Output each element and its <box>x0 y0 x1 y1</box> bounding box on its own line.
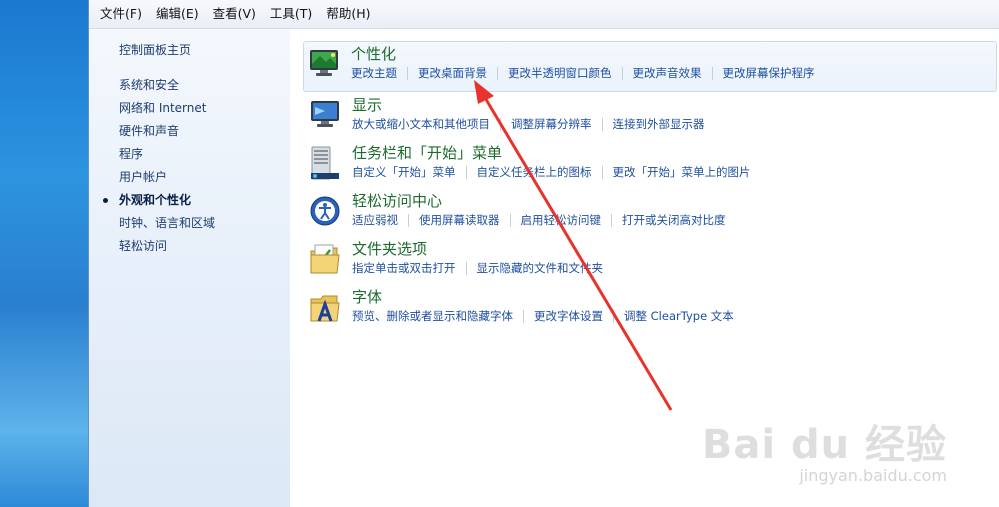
link-font-settings[interactable]: 更改字体设置 <box>534 308 603 324</box>
separator <box>621 66 623 80</box>
fonts-icon <box>310 295 340 322</box>
link-sticky-keys[interactable]: 启用轻松访问键 <box>521 212 602 228</box>
link-customize-taskbar-icons[interactable]: 自定义任务栏上的图标 <box>477 164 592 180</box>
link-change-desktop-background[interactable]: 更改桌面背景 <box>418 65 487 81</box>
link-change-window-color[interactable]: 更改半透明窗口颜色 <box>508 65 612 81</box>
menu-tools[interactable]: 工具(T) <box>263 0 319 28</box>
category-ease-of-access: 轻松访问中心 适应弱视 使用屏幕读取器 启用轻松访问键 打开或关闭高对比度 <box>305 189 999 237</box>
category-title[interactable]: 个性化 <box>351 43 396 64</box>
sidebar-list: 系统和安全 网络和 Internet 硬件和声音 程序 用户帐户 外观和个性化 … <box>102 74 215 258</box>
category-personalization: 个性化 更改主题 更改桌面背景 更改半透明窗口颜色 更改声音效果 更改屏幕保护程… <box>303 41 997 92</box>
link-change-start-picture[interactable]: 更改「开始」菜单上的图片 <box>613 164 751 180</box>
category-title[interactable]: 字体 <box>352 286 382 307</box>
link-high-contrast[interactable]: 打开或关闭高对比度 <box>622 212 726 228</box>
link-change-sound-effects[interactable]: 更改声音效果 <box>633 65 702 81</box>
taskbar-icon <box>311 146 339 180</box>
category-links: 更改主题 更改桌面背景 更改半透明窗口颜色 更改声音效果 更改屏幕保护程序 <box>351 65 815 81</box>
separator <box>465 165 467 179</box>
link-cleartype[interactable]: 调整 ClearType 文本 <box>624 308 734 324</box>
separator <box>611 213 612 227</box>
category-folder-options: 文件夹选项 指定单击或双击打开 显示隐藏的文件和文件夹 <box>305 237 999 285</box>
menu-view[interactable]: 查看(V) <box>206 0 263 28</box>
sidebar-item-hardware-sound[interactable]: 硬件和声音 <box>119 120 215 143</box>
category-fonts: 字体 预览、删除或者显示和隐藏字体 更改字体设置 调整 ClearType 文本 <box>305 285 999 333</box>
category-links: 指定单击或双击打开 显示隐藏的文件和文件夹 <box>352 260 603 276</box>
link-zoom-text[interactable]: 放大或缩小文本和其他项目 <box>352 116 490 132</box>
category-title[interactable]: 任务栏和「开始」菜单 <box>352 142 502 163</box>
sidebar-item-system-security[interactable]: 系统和安全 <box>119 74 215 97</box>
separator <box>613 309 614 323</box>
separator <box>711 66 713 80</box>
sidebar: 控制面板主页 系统和安全 网络和 Internet 硬件和声音 程序 用户帐户 … <box>89 29 290 507</box>
category-links: 自定义「开始」菜单 自定义任务栏上的图标 更改「开始」菜单上的图片 <box>352 164 751 180</box>
sidebar-item-user-accounts[interactable]: 用户帐户 <box>119 166 215 189</box>
separator <box>601 117 603 131</box>
menu-edit[interactable]: 编辑(E) <box>149 0 206 28</box>
category-links: 放大或缩小文本和其他项目 调整屏幕分辨率 连接到外部显示器 <box>352 116 705 132</box>
sidebar-item-network[interactable]: 网络和 Internet <box>119 97 215 120</box>
link-external-display[interactable]: 连接到外部显示器 <box>613 116 705 132</box>
link-preview-fonts[interactable]: 预览、删除或者显示和隐藏字体 <box>352 308 513 324</box>
category-title[interactable]: 文件夹选项 <box>352 238 427 259</box>
folder-options-icon <box>310 244 340 274</box>
separator <box>408 213 409 227</box>
control-panel-window: 文件(F) 编辑(E) 查看(V) 工具(T) 帮助(H) 控制面板主页 系统和… <box>88 0 999 507</box>
separator <box>509 213 511 227</box>
category-links: 预览、删除或者显示和隐藏字体 更改字体设置 调整 ClearType 文本 <box>352 308 734 324</box>
link-customize-start-menu[interactable]: 自定义「开始」菜单 <box>352 164 456 180</box>
sidebar-home-link[interactable]: 控制面板主页 <box>119 41 191 58</box>
ease-of-access-icon <box>310 196 340 226</box>
separator <box>523 309 524 323</box>
menu-file[interactable]: 文件(F) <box>93 0 149 28</box>
menu-bar: 文件(F) 编辑(E) 查看(V) 工具(T) 帮助(H) <box>89 0 999 29</box>
link-screen-reader[interactable]: 使用屏幕读取器 <box>419 212 500 228</box>
category-title[interactable]: 显示 <box>352 94 382 115</box>
menu-help[interactable]: 帮助(H) <box>319 0 377 28</box>
link-change-theme[interactable]: 更改主题 <box>351 65 397 81</box>
sidebar-item-clock-language[interactable]: 时钟、语言和区域 <box>119 212 215 235</box>
sidebar-item-appearance[interactable]: 外观和个性化 <box>102 189 215 212</box>
link-screen-resolution[interactable]: 调整屏幕分辨率 <box>511 116 592 132</box>
link-show-hidden-files[interactable]: 显示隐藏的文件和文件夹 <box>477 260 604 276</box>
category-links: 适应弱视 使用屏幕读取器 启用轻松访问键 打开或关闭高对比度 <box>352 212 726 228</box>
category-title[interactable]: 轻松访问中心 <box>352 190 442 211</box>
link-single-double-click[interactable]: 指定单击或双击打开 <box>352 260 456 276</box>
separator <box>500 117 501 131</box>
sidebar-item-ease-of-access[interactable]: 轻松访问 <box>119 235 215 258</box>
link-change-screensaver[interactable]: 更改屏幕保护程序 <box>723 65 815 81</box>
desktop-background <box>0 0 88 507</box>
separator <box>497 66 498 80</box>
watermark-main: Bai du 经验 <box>701 422 947 468</box>
separator <box>407 66 408 80</box>
category-taskbar: 任务栏和「开始」菜单 自定义「开始」菜单 自定义任务栏上的图标 更改「开始」菜单… <box>305 141 999 189</box>
personalization-icon <box>310 50 338 76</box>
category-display: 显示 放大或缩小文本和其他项目 调整屏幕分辨率 连接到外部显示器 <box>305 93 999 141</box>
sidebar-item-programs[interactable]: 程序 <box>119 143 215 166</box>
baidu-watermark: Bai du 经验 jingyan.baidu.com <box>702 412 947 485</box>
separator <box>465 261 467 275</box>
link-low-vision[interactable]: 适应弱视 <box>352 212 398 228</box>
display-icon <box>311 101 339 127</box>
separator <box>601 165 603 179</box>
